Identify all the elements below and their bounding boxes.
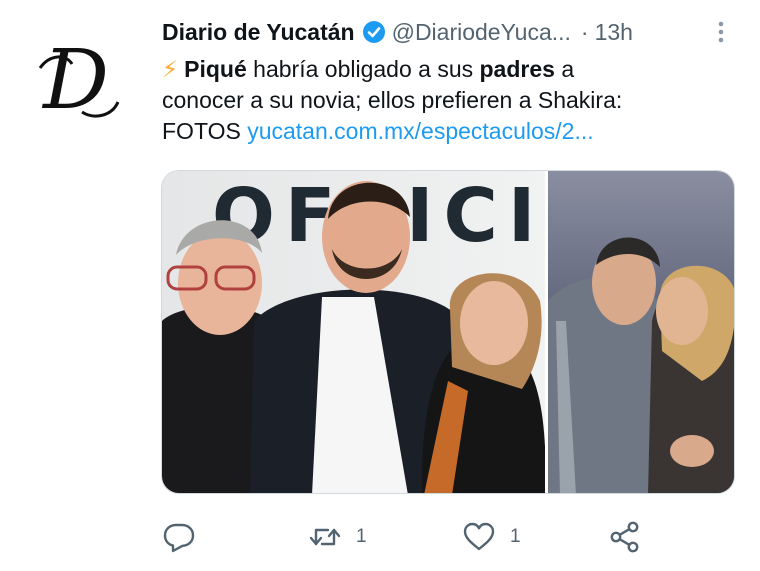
retweet-count: 1 bbox=[356, 526, 367, 547]
svg-text:D: D bbox=[41, 33, 109, 128]
tweet-text: ⚡ Piqué habría obligado a sus padres a co… bbox=[162, 54, 742, 147]
media-photo: OFFICIAL bbox=[162, 171, 734, 493]
reply-button[interactable] bbox=[162, 517, 196, 557]
more-icon[interactable] bbox=[706, 17, 736, 47]
text-segment: a bbox=[554, 56, 575, 82]
retweet-button[interactable]: 1 bbox=[308, 517, 367, 557]
reply-icon bbox=[163, 523, 195, 553]
avatar[interactable]: D bbox=[22, 28, 130, 136]
text-bold-pique: Piqué bbox=[184, 56, 247, 82]
timestamp[interactable]: 13h bbox=[595, 19, 633, 46]
verified-icon bbox=[362, 20, 386, 44]
tweet-media[interactable]: OFFICIAL bbox=[161, 170, 735, 494]
lightning-icon: ⚡ bbox=[162, 56, 179, 82]
display-name[interactable]: Diario de Yucatán bbox=[162, 19, 355, 46]
like-icon bbox=[463, 522, 495, 551]
like-count: 1 bbox=[510, 526, 521, 547]
share-button[interactable] bbox=[608, 517, 642, 557]
tweet-text-line-1: ⚡ Piqué habría obligado a sus padres a bbox=[162, 54, 742, 85]
avatar-logo: D bbox=[38, 33, 120, 128]
handle[interactable]: @DiariodeYuca... bbox=[392, 19, 571, 46]
tweet-text-line-3: FOTOS yucatan.com.mx/espectaculos/2... bbox=[162, 116, 742, 147]
tweet-link[interactable]: yucatan.com.mx/espectaculos/2... bbox=[247, 118, 593, 144]
tweet-text-line-2: conocer a su novia; ellos prefieren a Sh… bbox=[162, 87, 623, 113]
tweet-header: Diario de Yucatán @DiariodeYuca... · 13h bbox=[162, 14, 742, 50]
text-segment: FOTOS bbox=[162, 118, 248, 144]
retweet-icon bbox=[309, 528, 341, 546]
text-bold-padres: padres bbox=[479, 56, 555, 82]
tweet-actions: 1 1 bbox=[162, 517, 662, 557]
text-segment: habría obligado a sus bbox=[246, 56, 480, 82]
like-button[interactable]: 1 bbox=[462, 517, 521, 557]
separator-dot: · bbox=[580, 18, 589, 45]
share-icon bbox=[610, 521, 639, 553]
